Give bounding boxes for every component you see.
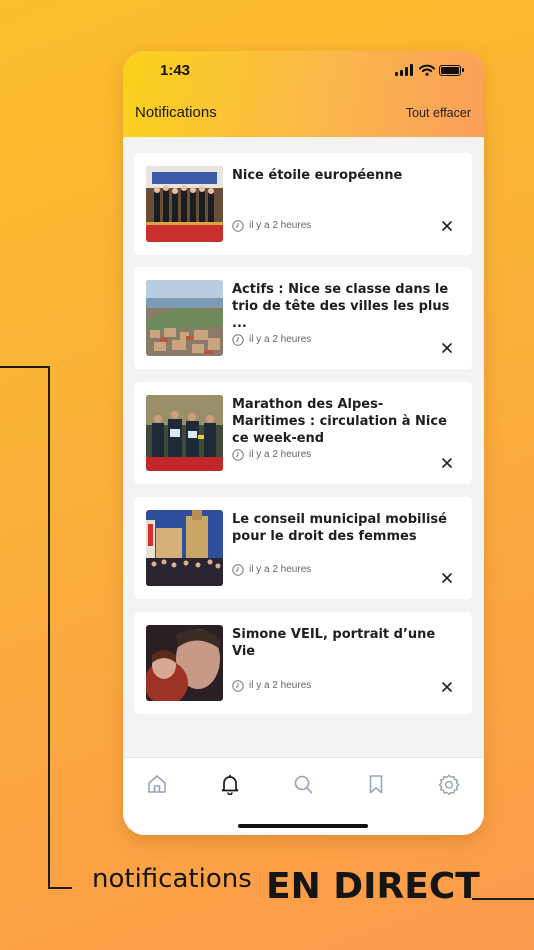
clock-icon xyxy=(232,680,244,692)
app-header: 1:43 Notifications Tout effacer xyxy=(123,51,484,137)
notification-card[interactable]: Marathon des Alpes-Maritimes : circulati… xyxy=(134,382,472,484)
promo-small-text: notifications xyxy=(92,864,252,894)
close-icon[interactable] xyxy=(442,682,452,692)
status-icons xyxy=(395,64,465,78)
bell-icon[interactable] xyxy=(219,773,241,795)
signal-icon xyxy=(395,64,415,76)
clock-icon xyxy=(232,220,244,232)
notification-time: il y a 2 heures xyxy=(249,220,312,231)
ceremony-photo xyxy=(146,166,223,242)
close-icon[interactable] xyxy=(442,573,452,583)
page-title: Notifications xyxy=(135,104,217,121)
decorative-line xyxy=(0,366,49,368)
aerial-city-photo xyxy=(146,280,223,356)
notification-title: Nice étoile européenne xyxy=(232,168,403,183)
clock-icon xyxy=(232,564,244,576)
close-icon[interactable] xyxy=(442,343,452,353)
portrait-photo xyxy=(146,625,223,701)
clock-icon xyxy=(232,334,244,346)
notification-title: Le conseil municipal mobilisé pour le dr… xyxy=(232,512,447,544)
promo-big-text: EN DIRECT xyxy=(266,866,480,907)
notification-title: Actifs : Nice se classe dans le trio de … xyxy=(232,282,450,331)
notification-time: il y a 2 heures xyxy=(249,680,312,691)
notification-card[interactable]: Nice étoile européenne il y a 2 heures xyxy=(134,153,472,255)
wifi-icon xyxy=(419,64,435,76)
decorative-line xyxy=(48,366,50,889)
notification-time: il y a 2 heures xyxy=(249,334,312,345)
battery-icon xyxy=(439,65,464,76)
notification-time: il y a 2 heures xyxy=(249,449,312,460)
gear-icon[interactable] xyxy=(438,773,460,795)
home-indicator xyxy=(238,824,368,828)
close-icon[interactable] xyxy=(442,458,452,468)
close-icon[interactable] xyxy=(442,221,452,231)
crowd-square-photo xyxy=(146,510,223,586)
runners-photo xyxy=(146,395,223,471)
phone-screen: 1:43 Notifications Tout effacer Nice éto… xyxy=(123,51,484,835)
clear-all-button[interactable]: Tout effacer xyxy=(406,106,471,120)
notification-title: Marathon des Alpes-Maritimes : circulati… xyxy=(232,397,447,446)
notification-card[interactable]: Actifs : Nice se classe dans le trio de … xyxy=(134,267,472,369)
clock-icon xyxy=(232,449,244,461)
home-icon[interactable] xyxy=(146,773,168,795)
notification-time: il y a 2 heures xyxy=(249,564,312,575)
notification-title: Simone VEIL, portrait d’une Vie xyxy=(232,627,436,659)
bookmark-icon[interactable] xyxy=(365,773,387,795)
status-time: 1:43 xyxy=(160,62,191,79)
decorative-line xyxy=(48,887,72,889)
notification-card[interactable]: Le conseil municipal mobilisé pour le dr… xyxy=(134,497,472,599)
search-icon[interactable] xyxy=(292,773,314,795)
decorative-line xyxy=(472,898,534,900)
notification-card[interactable]: Simone VEIL, portrait d’une Vie il y a 2… xyxy=(134,612,472,714)
